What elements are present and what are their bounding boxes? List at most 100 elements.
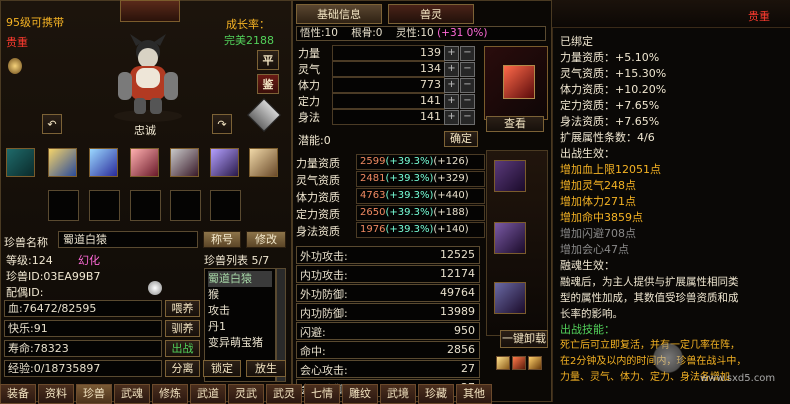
increase-button[interactable]: + [444,94,459,109]
soul-equip-slot-2[interactable] [494,222,526,254]
watermark-text: www.sxd5.com [700,373,776,384]
attribute-row: 灵气 134 + − [298,61,478,77]
pet-portrait [100,32,196,124]
fusion-text: 型的属性加成，其数值受珍兽资质和成 [560,292,739,304]
tab-profile[interactable]: 资料 [38,384,74,404]
happiness-label: 快乐: [8,322,34,335]
qualification-label: 定力资质 [296,208,340,221]
title-button[interactable]: 称号 [203,231,241,248]
modify-button[interactable]: 修改 [246,231,286,248]
pet-name-input[interactable]: 蜀道白猿 [58,231,198,248]
skill-slot-2[interactable] [48,148,77,177]
tab-seven-emotions[interactable]: 七情 [304,384,340,404]
tab-basic-info[interactable]: 基础信息 [296,4,382,24]
tab-collection[interactable]: 珍藏 [418,384,454,404]
skill-slot-3[interactable] [89,148,118,177]
tab-martial-soul[interactable]: 武魂 [114,384,150,404]
qualification-row: 身法资质 1976(+39.3%)(+140) [296,222,485,239]
combat-stats: 外功攻击: 12525 内功攻击: 12174 外功防御: 49764 内功防御… [296,246,480,398]
combat-stat-row: 内功防御: 13989 [296,303,480,321]
decrease-button[interactable]: − [460,110,475,125]
view-button[interactable]: 查看 [486,116,544,132]
mini-icon-1[interactable] [496,356,510,370]
qualification-label: 力量资质 [296,157,340,170]
jian-button[interactable]: 鉴 [257,74,279,94]
tab-spirit-weapon[interactable]: 灵武 [228,384,264,404]
empty-skill-slot-4[interactable] [170,190,201,221]
decrease-button[interactable]: − [460,78,475,93]
tab-engraving[interactable]: 雕纹 [342,384,378,404]
tooltip-line: 扩展属性条数：4/6 [560,131,655,144]
empty-skill-slot-5[interactable] [210,190,241,221]
qualification-value: 4763(+39.3%)(+440) [356,188,485,204]
effect-line: 增加灵气248点 [560,179,636,192]
qualification-pct: (+39.3%) [385,224,434,235]
increase-button[interactable]: + [444,62,459,77]
empty-skill-slot-2[interactable] [89,190,120,221]
increase-button[interactable]: + [444,78,459,93]
attribute-row: 力量 139 + − [298,45,478,61]
confirm-button[interactable]: 确定 [444,131,478,147]
release-button[interactable]: 放生 [246,360,286,377]
potential-row: 潜能:0 [298,132,331,148]
decrease-button[interactable]: − [460,62,475,77]
skill-slot-1[interactable] [6,148,35,177]
qualification-row: 体力资质 4763(+39.3%)(+440) [296,188,485,205]
increase-button[interactable]: + [444,110,459,125]
pet-list-item[interactable]: 丹1 [208,319,272,335]
tame-button[interactable]: 驯养 [165,320,200,337]
combat-stat-row: 外功攻击: 12525 [296,246,480,264]
combat-stat-row: 内功攻击: 12174 [296,265,480,283]
skill-slot-7[interactable] [249,148,278,177]
pet-name-title: 珍兽名称 [4,236,48,249]
innate-attributes-row: 悟性:10 根骨:0 灵性:10 (+31 0%) [296,26,546,41]
decrease-button[interactable]: − [460,46,475,61]
grade-title: 等级 [6,254,28,267]
combat-stat-label: 内功防御: [300,307,348,320]
mini-icon-2[interactable] [512,356,526,370]
attribute-label: 定力 [298,95,320,108]
skill-slot-5[interactable] [170,148,199,177]
qualification-row: 定力资质 2650(+39.3%)(+188) [296,205,485,222]
tab-martial-realm[interactable]: 武境 [380,384,416,404]
decrease-button[interactable]: − [460,94,475,109]
ping-button[interactable]: 平 [257,50,279,70]
skill-slot-6[interactable] [210,148,239,177]
pet-list-item[interactable]: 攻击 [208,303,272,319]
tab-martial-way[interactable]: 武道 [190,384,226,404]
qualification-value: 2599(+39.3%)(+126) [356,154,485,170]
feed-button[interactable]: 喂养 [165,300,200,317]
tab-equipment[interactable]: 装备 [0,384,36,404]
soul-equip-slot-3[interactable] [494,282,526,314]
lifespan-field: 寿命:78323 [4,340,162,357]
tab-other[interactable]: 其他 [456,384,492,404]
one-click-unequip-button[interactable]: 一键卸载 [500,330,548,348]
lock-button[interactable]: 锁定 [203,360,241,377]
empty-skill-slot-3[interactable] [130,190,161,221]
combat-stat-value: 27 [461,362,475,375]
rotate-left-button[interactable]: ↶ [42,114,62,134]
happiness-field: 快乐:91 [4,320,162,337]
skill-slot-4[interactable] [130,148,159,177]
qualification-value: 2481(+39.3%)(+329) [356,171,485,187]
tab-pets[interactable]: 珍兽 [76,384,112,404]
lock-icon[interactable] [8,58,22,74]
separate-button[interactable]: 分离 [165,360,200,377]
pet-list-item[interactable]: 蜀道白猿 [208,271,272,287]
empty-skill-slot-1[interactable] [48,190,79,221]
beast-soul-slot[interactable] [484,46,548,120]
tab-weapon-spirit[interactable]: 武灵 [266,384,302,404]
pet-list-item[interactable]: 猴 [208,287,272,303]
qualification-base: 4763 [360,190,386,201]
attribute-value: 139 [332,45,445,61]
tooltip-rarity: 贵重 [748,10,770,23]
rotate-right-button[interactable]: ↷ [212,114,232,134]
pet-list-item[interactable]: 变异萌宝猪 [208,335,272,351]
soul-equip-slot-1[interactable] [494,160,526,192]
summon-button[interactable]: 出战 [165,340,200,357]
tab-cultivation[interactable]: 修炼 [152,384,188,404]
tab-beast-soul[interactable]: 兽灵 [388,4,474,24]
increase-button[interactable]: + [444,46,459,61]
mini-icon-3[interactable] [528,356,542,370]
qualification-label: 身法资质 [296,225,340,238]
